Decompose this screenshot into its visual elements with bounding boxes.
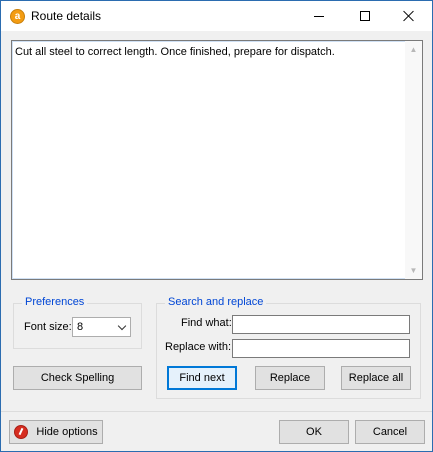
search-replace-group-label: Search and replace: [165, 296, 267, 308]
hide-options-button[interactable]: Hide options: [9, 420, 103, 444]
vertical-scrollbar[interactable]: ▲ ▼: [405, 41, 422, 279]
window-title: Route details: [31, 9, 102, 23]
maximize-button[interactable]: [342, 1, 388, 31]
app-logo-icon: a: [10, 9, 25, 24]
check-spelling-button[interactable]: Check Spelling: [13, 366, 142, 390]
font-size-select[interactable]: 8: [72, 317, 131, 337]
route-details-textarea[interactable]: Cut all steel to correct length. Once fi…: [11, 40, 423, 280]
font-size-label: Font size:: [24, 321, 72, 333]
find-what-label: Find what:: [181, 317, 232, 329]
title-bar[interactable]: a Route details: [1, 1, 432, 31]
close-button[interactable]: [386, 1, 432, 31]
replace-with-label: Replace with:: [165, 341, 232, 353]
hide-options-label: Hide options: [36, 426, 98, 438]
font-size-value: 8: [77, 321, 84, 333]
replace-button[interactable]: Replace: [255, 366, 325, 390]
preferences-group-label: Preferences: [22, 296, 88, 308]
route-details-text: Cut all steel to correct length. Once fi…: [15, 46, 335, 58]
chevron-down-icon: [117, 321, 127, 331]
scroll-up-icon[interactable]: ▲: [405, 41, 422, 58]
minimize-button[interactable]: [296, 1, 342, 31]
replace-all-button[interactable]: Replace all: [341, 366, 411, 390]
cancel-button[interactable]: Cancel: [355, 420, 425, 444]
footer-divider: [1, 411, 432, 412]
hide-options-icon: [14, 425, 29, 439]
ok-button[interactable]: OK: [279, 420, 349, 444]
find-what-input[interactable]: [232, 315, 410, 334]
minimize-icon: [314, 15, 324, 17]
replace-with-input[interactable]: [232, 339, 410, 358]
route-details-dialog: a Route details Cut all steel to correct…: [0, 0, 433, 452]
scroll-down-icon[interactable]: ▼: [405, 262, 422, 279]
maximize-icon: [360, 11, 370, 21]
find-next-button[interactable]: Find next: [167, 366, 237, 390]
close-icon: [403, 10, 415, 22]
